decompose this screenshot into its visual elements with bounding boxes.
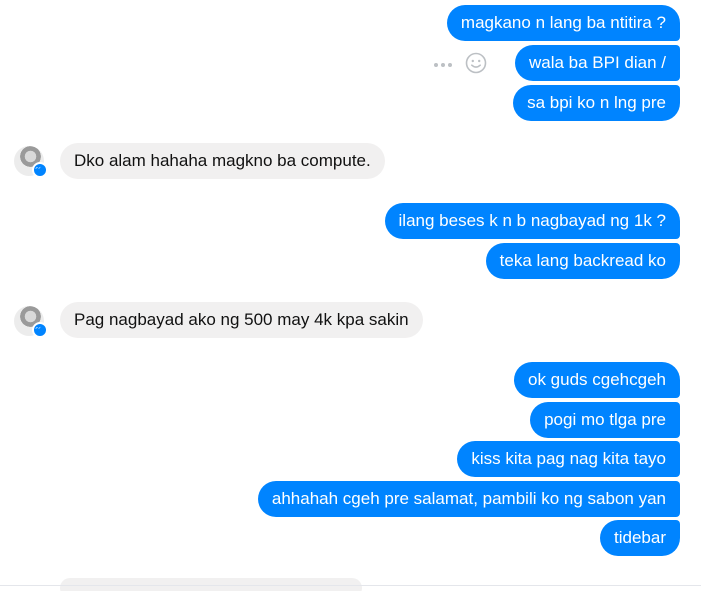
avatar[interactable] [14, 306, 48, 338]
message-bubble-incoming[interactable]: Pag nagbayad ako ng 500 may 4k kpa sakin [60, 302, 423, 338]
message-bubble-outgoing[interactable]: ilang beses k n b nagbayad ng 1k ? [384, 203, 680, 239]
message-bubble-incoming[interactable]: Dko alam hahaha magkno ba compute. [60, 143, 385, 179]
message-bubble-outgoing[interactable]: kiss kita pag nag kita tayo [457, 441, 680, 477]
message-bubble-outgoing[interactable]: ok guds cgehcgeh [514, 362, 680, 398]
message-bubble-outgoing[interactable]: wala ba BPI dian / [514, 45, 680, 81]
messenger-bolt-icon [32, 322, 48, 338]
message-bubble-outgoing[interactable]: magkano n lang ba ntitira ? [446, 5, 680, 41]
react-emoji-icon[interactable] [465, 52, 487, 74]
avatar[interactable] [14, 146, 48, 178]
more-options-icon[interactable] [434, 54, 455, 72]
message-bubble-outgoing[interactable]: pogi mo tlga pre [530, 402, 680, 438]
message-bubble-outgoing[interactable]: sa bpi ko n lng pre [513, 85, 680, 121]
message-bubble-outgoing[interactable]: tidebar [600, 520, 680, 556]
composer-divider [0, 585, 701, 586]
message-bubble-outgoing[interactable]: ahhahah cgeh pre salamat, pambili ko ng … [257, 481, 680, 517]
message-bubble-outgoing[interactable]: teka lang backread ko [485, 243, 680, 279]
message-actions [434, 48, 487, 78]
chat-thread: magkano n lang ba ntitira ? wala ba BPI … [0, 0, 701, 591]
messenger-bolt-icon [32, 162, 48, 178]
